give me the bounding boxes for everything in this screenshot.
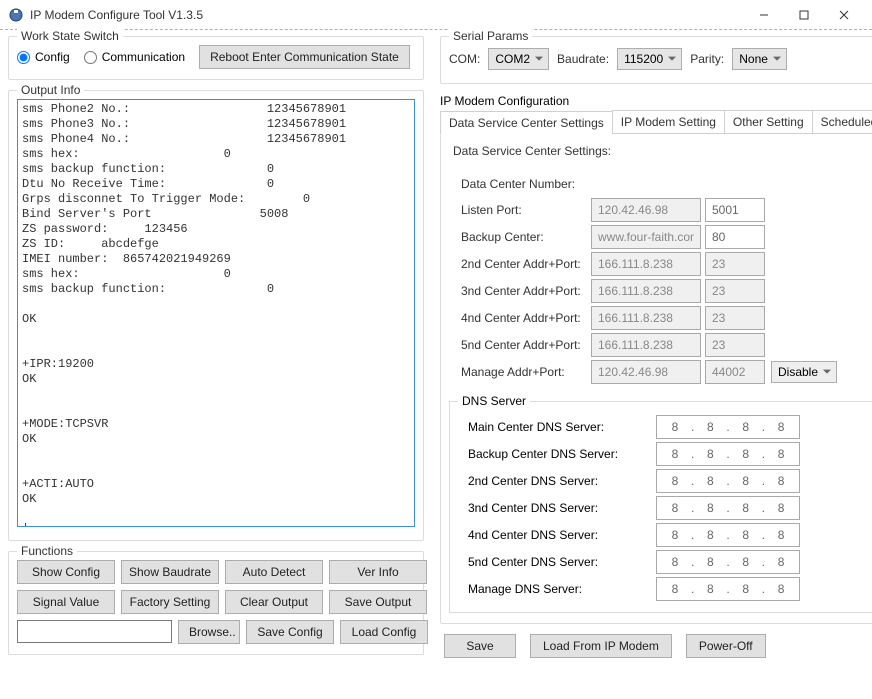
auto-detect-button[interactable]: Auto Detect xyxy=(225,560,323,584)
save-output-button[interactable]: Save Output xyxy=(329,590,427,614)
backup-addr-input[interactable] xyxy=(591,225,701,249)
center5-port-input[interactable] xyxy=(705,333,765,357)
dns-main-input[interactable]: ... xyxy=(656,415,800,439)
titlebar: IP Modem Configure Tool V1.3.5 xyxy=(0,0,872,30)
listen-addr-input[interactable] xyxy=(591,198,701,222)
dns-backup-label: Backup Center DNS Server: xyxy=(458,447,656,461)
ver-info-button[interactable]: Ver Info xyxy=(329,560,427,584)
dns-manage-label: Manage DNS Server: xyxy=(458,582,656,596)
center2-label: 2nd Center Addr+Port: xyxy=(453,257,591,271)
work-state-legend: Work State Switch xyxy=(17,29,123,43)
manage-mode-select[interactable]: Disable xyxy=(771,361,837,383)
app-icon xyxy=(8,7,24,23)
listen-port-label: Listen Port: xyxy=(453,203,591,217)
save-button[interactable]: Save xyxy=(444,634,516,658)
dsc-heading: Data Service Center Settings: xyxy=(453,144,872,158)
signal-value-button[interactable]: Signal Value xyxy=(17,590,115,614)
dns-4-input[interactable]: ... xyxy=(656,523,800,547)
com-label: COM: xyxy=(449,52,480,66)
config-radio-input[interactable] xyxy=(17,51,30,64)
dns-5-label: 5nd Center DNS Server: xyxy=(458,555,656,569)
baudrate-label: Baudrate: xyxy=(557,52,609,66)
power-off-button[interactable]: Power-Off xyxy=(686,634,766,658)
config-radio-label: Config xyxy=(35,50,70,64)
dns-2-input[interactable]: ... xyxy=(656,469,800,493)
backup-port-input[interactable] xyxy=(705,225,765,249)
dns-3-input[interactable]: ... xyxy=(656,496,800,520)
minimize-button[interactable] xyxy=(744,1,784,29)
save-config-button[interactable]: Save Config xyxy=(246,620,334,644)
output-info-legend: Output Info xyxy=(17,83,84,97)
center3-addr-input[interactable] xyxy=(591,279,701,303)
tab-data-service-center[interactable]: Data Service Center Settings xyxy=(440,111,613,134)
backup-center-label: Backup Center: xyxy=(453,230,591,244)
output-textarea[interactable]: sms Phone2 No.: 12345678901 sms Phone3 N… xyxy=(17,99,415,527)
clear-output-button[interactable]: Clear Output xyxy=(225,590,323,614)
close-window-button[interactable] xyxy=(824,1,864,29)
center5-addr-input[interactable] xyxy=(591,333,701,357)
listen-port-input[interactable] xyxy=(705,198,765,222)
communication-radio[interactable]: Communication xyxy=(84,50,185,64)
maximize-button[interactable] xyxy=(784,1,824,29)
parity-select[interactable]: None xyxy=(732,48,787,70)
serial-params-group: Serial Params COM: COM2 Baudrate: 115200… xyxy=(440,36,872,84)
data-center-number-label: Data Center Number: xyxy=(453,177,591,191)
load-config-button[interactable]: Load Config xyxy=(340,620,428,644)
output-info-group: Output Info sms Phone2 No.: 12345678901 … xyxy=(8,90,424,541)
dns-backup-input[interactable]: ... xyxy=(656,442,800,466)
config-tabs: Data Service Center Settings IP Modem Se… xyxy=(440,110,872,134)
window-title: IP Modem Configure Tool V1.3.5 xyxy=(30,8,744,22)
dns-4-label: 4nd Center DNS Server: xyxy=(458,528,656,542)
baudrate-select[interactable]: 115200 xyxy=(617,48,682,70)
functions-legend: Functions xyxy=(17,544,77,558)
dns-3-label: 3nd Center DNS Server: xyxy=(458,501,656,515)
browse-button[interactable]: Browse.. xyxy=(178,620,240,644)
center4-port-input[interactable] xyxy=(705,306,765,330)
factory-setting-button[interactable]: Factory Setting xyxy=(121,590,219,614)
center2-addr-input[interactable] xyxy=(591,252,701,276)
dns-5-input[interactable]: ... xyxy=(656,550,800,574)
config-radio[interactable]: Config xyxy=(17,50,70,64)
tab-scheduled-power[interactable]: Scheduled Pow xyxy=(812,110,872,133)
browse-path-input[interactable] xyxy=(17,620,172,643)
manage-addr-label: Manage Addr+Port: xyxy=(453,365,591,379)
parity-label: Parity: xyxy=(690,52,724,66)
dns-main-label: Main Center DNS Server: xyxy=(458,420,656,434)
center3-port-input[interactable] xyxy=(705,279,765,303)
com-select[interactable]: COM2 xyxy=(488,48,549,70)
data-service-center-panel: Data Service Center Settings: Data Cente… xyxy=(440,134,872,624)
communication-radio-input[interactable] xyxy=(84,51,97,64)
functions-group: Functions Show Config Show Baudrate Auto… xyxy=(8,551,424,655)
show-config-button[interactable]: Show Config xyxy=(17,560,115,584)
communication-radio-label: Communication xyxy=(102,50,185,64)
manage-port-input[interactable] xyxy=(705,360,765,384)
work-state-switch-group: Work State Switch Config Communication R… xyxy=(8,36,424,80)
dns-server-group: DNS Server Main Center DNS Server:... Ba… xyxy=(449,401,872,613)
dns-legend: DNS Server xyxy=(458,394,530,408)
reboot-button[interactable]: Reboot Enter Communication State xyxy=(199,45,410,69)
center2-port-input[interactable] xyxy=(705,252,765,276)
dns-manage-input[interactable]: ... xyxy=(656,577,800,601)
dns-2-label: 2nd Center DNS Server: xyxy=(458,474,656,488)
load-from-modem-button[interactable]: Load From IP Modem xyxy=(530,634,672,658)
manage-addr-input[interactable] xyxy=(591,360,701,384)
serial-params-legend: Serial Params xyxy=(449,29,532,43)
center4-addr-input[interactable] xyxy=(591,306,701,330)
center3-label: 3nd Center Addr+Port: xyxy=(453,284,591,298)
ip-modem-config-label: IP Modem Configuration xyxy=(440,94,872,108)
center4-label: 4nd Center Addr+Port: xyxy=(453,311,591,325)
tab-ip-modem-setting[interactable]: IP Modem Setting xyxy=(612,110,725,133)
center5-label: 5nd Center Addr+Port: xyxy=(453,338,591,352)
show-baudrate-button[interactable]: Show Baudrate xyxy=(121,560,219,584)
tab-other-setting[interactable]: Other Setting xyxy=(724,110,813,133)
